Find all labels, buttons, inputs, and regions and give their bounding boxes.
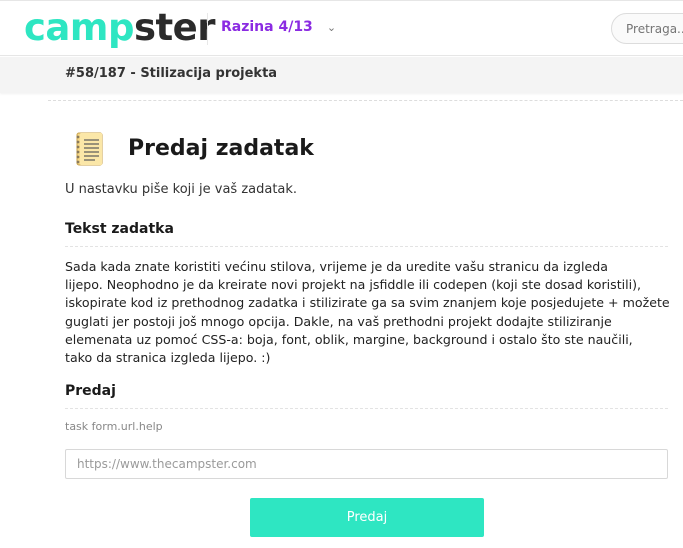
breadcrumb-text: #58/187 - Stilizacija projekta <box>65 66 278 81</box>
chevron-down-icon: ⌄ <box>326 20 337 34</box>
header-divider <box>207 13 208 45</box>
task-line: tako da stranica izgleda lijepo. :) <box>65 350 271 366</box>
search-input[interactable] <box>611 13 683 44</box>
intro-text: U nastavku piše koji je vaš zadatak. <box>65 182 298 197</box>
top-navigation-bar: campster Razina 4/13 ⌄ <box>0 0 683 56</box>
task-line: iskopirate kod iz prethodnog zadatka i s… <box>65 295 670 311</box>
divider <box>65 408 668 409</box>
task-line: Sada kada znate koristiti većinu stilova… <box>65 259 609 274</box>
divider <box>48 100 683 101</box>
task-line: guglati jer postoji još mnogo opcija. Da… <box>65 313 612 329</box>
task-description: Sada kada znate koristiti većinu stilova… <box>65 258 675 367</box>
page-title: Predaj zadatak <box>128 136 314 161</box>
logo-part-camp: camp <box>24 6 134 49</box>
notebook-icon <box>76 132 103 166</box>
url-help-text: task form.url.help <box>65 420 163 433</box>
campster-logo[interactable]: campster <box>24 6 216 50</box>
submit-heading: Predaj <box>65 383 116 399</box>
url-input[interactable] <box>65 449 668 479</box>
submit-button[interactable]: Predaj <box>250 498 484 537</box>
task-line: lijepo. Neophodno je da kreirate novi pr… <box>65 277 642 293</box>
divider <box>65 246 668 247</box>
breadcrumb: #58/187 - Stilizacija projekta <box>0 57 683 93</box>
logo-part-ster: ster <box>133 6 216 49</box>
level-dropdown[interactable]: Razina 4/13 ⌄ <box>221 19 336 35</box>
task-line: elemenata uz pomoć CSS-a: boja, font, ob… <box>65 331 633 347</box>
level-label: Razina 4/13 <box>221 19 313 35</box>
task-text-heading: Tekst zadatka <box>65 221 174 237</box>
